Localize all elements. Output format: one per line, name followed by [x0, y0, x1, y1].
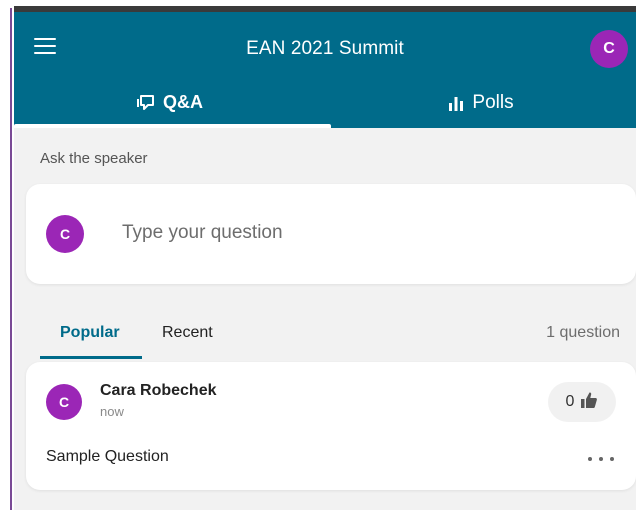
- window-edge: [10, 8, 12, 510]
- like-count: 0: [565, 393, 575, 410]
- thumbs-up-icon: [580, 391, 598, 414]
- author-avatar: C: [46, 384, 82, 420]
- top-strip: [14, 6, 636, 12]
- user-avatar[interactable]: C: [590, 30, 628, 68]
- tab-polls[interactable]: Polls: [325, 86, 636, 128]
- question-count: 1 question: [546, 324, 620, 341]
- ask-question-card[interactable]: C: [26, 184, 636, 284]
- tab-recent[interactable]: Recent: [162, 324, 213, 342]
- question-text: Sample Question: [46, 448, 169, 465]
- bar-chart-icon: [447, 92, 465, 114]
- tab-polls-label: Polls: [472, 92, 514, 113]
- tab-qa[interactable]: Q&A: [14, 86, 325, 128]
- tab-qa-label: Q&A: [163, 92, 203, 112]
- sort-tabs: Popular Recent 1 question: [14, 318, 636, 359]
- author-name: Cara Robechek: [100, 382, 217, 399]
- app-window: EAN 2021 Summit C Q&A Polls Ask the spea…: [14, 6, 636, 510]
- main-tabs: Q&A Polls: [14, 86, 636, 128]
- question-input[interactable]: [122, 222, 602, 244]
- like-button[interactable]: 0: [548, 382, 616, 422]
- more-options-icon[interactable]: [588, 452, 614, 466]
- question-time: now: [100, 404, 124, 419]
- active-tab-indicator: [14, 124, 331, 128]
- ask-label: Ask the speaker: [40, 150, 148, 167]
- app-header: EAN 2021 Summit C Q&A Polls: [14, 6, 636, 128]
- question-card: C Cara Robechek now 0 Sample Question: [26, 362, 636, 490]
- chat-icon: [136, 92, 156, 114]
- asker-avatar: C: [46, 215, 84, 253]
- tab-popular[interactable]: Popular: [60, 324, 120, 342]
- event-title: EAN 2021 Summit: [246, 38, 404, 59]
- sort-tab-indicator: [40, 356, 142, 359]
